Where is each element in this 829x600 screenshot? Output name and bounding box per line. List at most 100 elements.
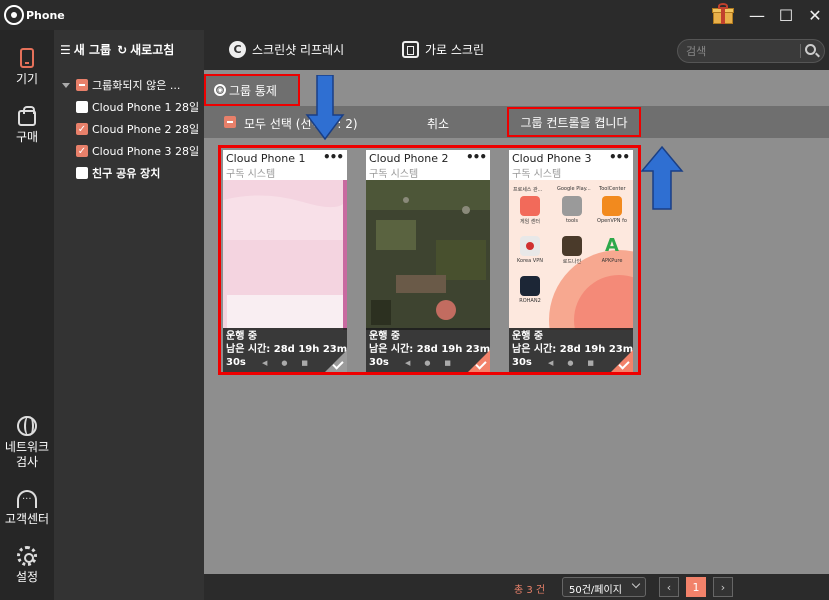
nav-support[interactable]: 고객센터 (0, 490, 54, 527)
tree-item-label: Cloud Phone 1 28일 (92, 101, 200, 114)
refresh-button[interactable]: 새로고침 (130, 41, 174, 58)
group-panel: ☰ 새 그룹 ↻ 새로고침 그룹화되지 않은 ... Cloud Phone 1… (54, 30, 204, 600)
close-button[interactable]: ✕ (801, 2, 829, 28)
new-group-button[interactable]: 새 그룹 (74, 41, 111, 58)
landscape-label: 가로 스크린 (425, 43, 485, 57)
app-name: tools (565, 218, 579, 224)
main-toolbar: C 스크린샷 리프레시 가로 스크린 (204, 30, 829, 70)
app-icon-lordnine[interactable]: 로드나인 (557, 236, 587, 265)
more-icon[interactable]: ••• (609, 150, 630, 164)
shopping-bag-icon (18, 106, 36, 126)
group-tree: 그룹화되지 않은 ... Cloud Phone 1 28일 ✓ Cloud P… (54, 74, 204, 184)
card-status: 운행 중 (512, 331, 544, 342)
app-label: ToolCenter (599, 186, 626, 192)
select-all-checkbox[interactable] (224, 116, 236, 128)
more-icon[interactable]: ••• (323, 150, 344, 164)
app-icon-apkpure[interactable]: A APKPure (597, 236, 627, 265)
group-control-label: 그룹 통제 (229, 83, 277, 98)
app-icon-openvpn[interactable]: OpenVPN fo (597, 196, 627, 224)
card-status: 운행 중 (369, 331, 401, 342)
app-icon-korea-vpn[interactable]: Korea VPN (515, 236, 545, 264)
group-ungrouped[interactable]: 그룹화되지 않은 ... (54, 74, 204, 96)
group-control-tab[interactable]: ◉ 그룹 통제 (204, 74, 300, 106)
friend-share-item[interactable]: 친구 공유 장치 (54, 162, 204, 184)
per-page-value: 50건/페이지 (569, 585, 622, 596)
tree-item[interactable]: ✓ Cloud Phone 3 28일 (54, 140, 204, 162)
more-icon[interactable]: ••• (466, 150, 487, 164)
card-footer: 운행 중 남은 시간: 28d 19h 23min 30s ◀●■ (366, 328, 490, 372)
headset-icon (17, 490, 37, 508)
card-footer: 운행 중 남은 시간: 28d 19h 23min 30s ◀●■ (509, 328, 633, 372)
gift-icon[interactable] (712, 3, 734, 25)
card-footer: 운행 중 남은 시간: 28d 19h 23min 30s ◀●■ (223, 328, 347, 372)
search-icon[interactable] (805, 44, 816, 55)
next-page-button[interactable]: › (713, 577, 733, 597)
nav-devices-label: 기기 (15, 72, 39, 86)
nav-settings-label: 설정 (15, 570, 39, 584)
nav-network-check[interactable]: 네트워크 검사 (0, 416, 54, 470)
left-nav: 기기 구매 네트워크 검사 고객센터 설정 (0, 30, 54, 600)
screen-preview (366, 180, 490, 330)
app-logo: Phone (4, 5, 65, 25)
app-name: APKPure (601, 258, 623, 264)
app-icon-game-center[interactable]: 게임 센터 (515, 196, 545, 225)
landscape-button[interactable]: 가로 스크린 (402, 41, 484, 58)
device-checkbox[interactable]: ✓ (76, 145, 88, 157)
search-divider (800, 44, 801, 58)
app-icon-rohan2[interactable]: ROHAN2 (515, 276, 545, 304)
tree-item-label: Cloud Phone 2 28일 (92, 123, 200, 136)
screen-preview (223, 180, 347, 330)
search-box[interactable] (677, 39, 825, 63)
title-bar: Phone — ☐ ✕ (0, 0, 829, 30)
group-toolbar: ☰ 새 그룹 ↻ 새로고침 (60, 41, 174, 58)
total-count: 총 3 건 (514, 585, 546, 596)
nav-devices[interactable]: 기기 (0, 48, 54, 87)
group-control-icon: ◉ (214, 84, 226, 96)
app-title: Phone (26, 8, 65, 22)
phone-icon (20, 48, 34, 68)
app-name: Korea VPN (517, 258, 543, 264)
card-subtitle: 구독 시스템 (369, 169, 419, 180)
phone-card[interactable]: Cloud Phone 3 구독 시스템 ••• 프로세스 관... Googl… (509, 150, 633, 372)
tree-item[interactable]: Cloud Phone 1 28일 (54, 96, 204, 118)
app-name: OpenVPN fo (597, 218, 627, 224)
friend-share-checkbox[interactable] (76, 167, 88, 179)
card-subtitle: 구독 시스템 (226, 169, 276, 180)
nav-network-label-2: 검사 (15, 455, 39, 469)
phone-screen[interactable]: 프로세스 관... Google Play... ToolCenter 게임 센… (509, 180, 633, 330)
app-name: ROHAN2 (519, 298, 541, 304)
arrow-up-annotation (640, 145, 684, 210)
device-checkbox[interactable] (76, 101, 88, 113)
group-checkbox[interactable] (76, 79, 88, 91)
prev-page-button[interactable]: ‹ (659, 577, 679, 597)
maximize-button[interactable]: ☐ (772, 2, 800, 28)
device-checkbox[interactable]: ✓ (76, 123, 88, 135)
cancel-button[interactable]: 취소 (427, 115, 449, 132)
app-icon-tools[interactable]: tools (557, 196, 587, 224)
card-status: 운행 중 (226, 331, 258, 342)
pagination-bar: 총 3 건 50건/페이지 ‹ 1 › (204, 574, 829, 600)
list-icon: ☰ (60, 42, 71, 57)
nav-settings[interactable]: 설정 (0, 546, 54, 585)
nav-purchase[interactable]: 구매 (0, 106, 54, 145)
phone-card[interactable]: Cloud Phone 1 구독 시스템 ••• 운행 중 남은 시간: 28d… (223, 150, 347, 372)
phone-screen[interactable] (223, 180, 347, 330)
collapse-triangle-icon[interactable] (62, 82, 70, 88)
globe-icon (17, 416, 37, 436)
group-control-toggle-button[interactable]: 그룹 컨트롤을 켭니다 (507, 107, 641, 137)
per-page-select[interactable]: 50건/페이지 (562, 577, 646, 597)
arrow-down-annotation (305, 75, 345, 141)
phone-screen[interactable] (366, 180, 490, 330)
phone-card[interactable]: Cloud Phone 2 구독 시스템 ••• 운행 중 남은 시간: 28d… (366, 150, 490, 372)
landscape-icon (402, 41, 419, 58)
minimize-button[interactable]: — (743, 2, 771, 28)
friend-share-label: 친구 공유 장치 (92, 167, 161, 180)
screenshot-refresh-button[interactable]: C 스크린샷 리프레시 (229, 41, 344, 58)
refresh-icon: ↻ (117, 42, 128, 57)
selected-cards-highlight: Cloud Phone 1 구독 시스템 ••• 운행 중 남은 시간: 28d… (218, 145, 641, 375)
search-input[interactable] (686, 43, 796, 59)
app-label: Google Play... (557, 186, 591, 192)
device-content: ◉ 그룹 통제 모두 선택 (선택됨 : 2) 취소 그룹 컨트롤을 켭니다 C… (204, 70, 829, 574)
tree-item[interactable]: ✓ Cloud Phone 2 28일 (54, 118, 204, 140)
page-button-current[interactable]: 1 (686, 577, 706, 597)
